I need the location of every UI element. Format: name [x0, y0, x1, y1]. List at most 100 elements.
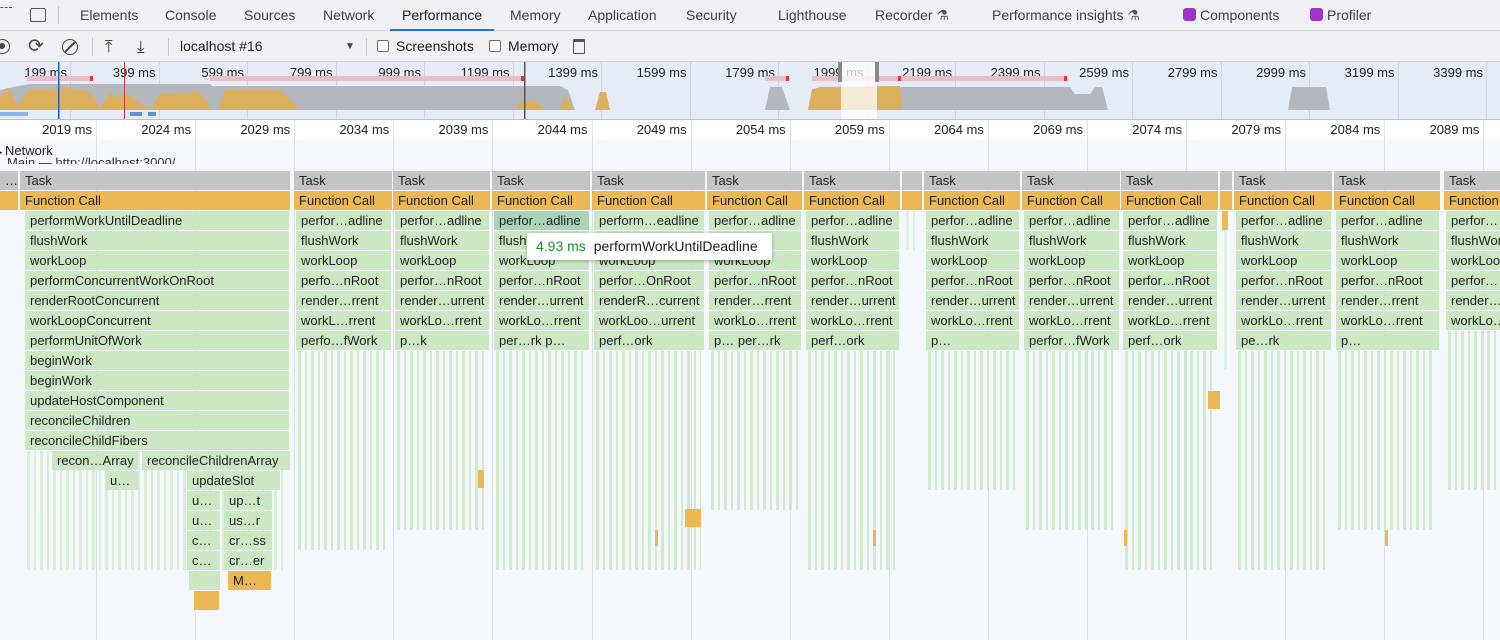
tab-elements[interactable]: Elements — [80, 0, 138, 31]
flame-function-call[interactable]: Function Call — [20, 191, 290, 210]
tab-application[interactable]: Application — [588, 0, 657, 31]
flame-frame[interactable]: perfor…nRoot — [1123, 271, 1217, 290]
flame-frame[interactable]: p… per…rk — [709, 331, 801, 350]
flame-frame[interactable]: reconcileChildFibers — [25, 431, 289, 450]
flame-function-call[interactable] — [1220, 191, 1232, 210]
flame-function-call[interactable] — [0, 191, 18, 210]
flame-task[interactable] — [902, 171, 922, 190]
flame-frame[interactable]: p…k — [395, 331, 489, 350]
flame-frame[interactable]: render…urrent — [1236, 291, 1331, 310]
flame-function-call[interactable]: Function Call — [294, 191, 392, 210]
flame-frame[interactable]: performUnitOfWork — [25, 331, 289, 350]
save-profile-icon[interactable]: ⤓ — [137, 31, 145, 62]
flame-task[interactable]: Task — [707, 171, 802, 190]
flame-frame[interactable]: beginWork — [25, 351, 289, 370]
flame-frame[interactable]: workLoopConcurrent — [25, 311, 289, 330]
flame-frame[interactable]: perf…ork — [806, 331, 899, 350]
flame-function-call[interactable]: Function Call — [1234, 191, 1332, 210]
flame-frame[interactable]: up…t — [224, 491, 272, 510]
flame-frame[interactable]: workLoop — [395, 251, 489, 270]
flame-frame[interactable]: flushWork — [1446, 231, 1500, 250]
flame-frame[interactable]: render… — [1446, 291, 1500, 310]
flame-task[interactable]: Task — [804, 171, 900, 190]
flame-frame[interactable]: c… — [187, 531, 220, 550]
flame-frame[interactable]: workLo…rrent — [494, 311, 589, 330]
flame-task[interactable]: … — [0, 171, 18, 190]
flame-frame[interactable]: perfor…adline — [1123, 211, 1217, 230]
flame-frame[interactable]: workLo… — [1446, 311, 1500, 330]
flame-frame[interactable]: workLoop — [1024, 251, 1119, 270]
flame-function-call-small[interactable] — [685, 509, 701, 527]
flame-frame[interactable]: performConcurrentWorkOnRoot — [25, 271, 289, 290]
flame-function-call-small[interactable] — [1208, 391, 1220, 409]
flame-function-call-small[interactable] — [478, 470, 484, 488]
flame-frame[interactable]: perfor…adline — [709, 211, 801, 230]
flame-frame[interactable]: perf…ork — [594, 331, 704, 350]
flame-task[interactable]: Task — [1334, 171, 1440, 190]
flame-frame[interactable]: perform…eadline — [594, 211, 704, 230]
flame-frame[interactable]: perfor…adline — [1336, 211, 1439, 230]
flame-frame[interactable]: render…urrent — [1024, 291, 1119, 310]
flame-frame[interactable]: workLo…rrent — [1236, 311, 1331, 330]
flame-task[interactable]: Task — [393, 171, 490, 190]
flame-function-call-small[interactable] — [873, 530, 876, 546]
flame-frame[interactable]: workLo…rrent — [395, 311, 489, 330]
flame-frame[interactable]: perfor…nRoot — [1236, 271, 1331, 290]
flame-task[interactable]: Task — [294, 171, 392, 190]
flame-frame[interactable]: workL…rrent — [296, 311, 391, 330]
flame-frame[interactable] — [194, 591, 219, 610]
flame-frame[interactable]: render…urrent — [806, 291, 899, 310]
flame-function-call[interactable] — [902, 191, 922, 210]
profile-select[interactable]: localhost #16 ▼ — [175, 31, 361, 62]
flame-frame[interactable]: u… — [187, 491, 220, 510]
flame-task[interactable]: Task — [924, 171, 1020, 190]
flame-frame[interactable]: workLo…rrent — [1123, 311, 1217, 330]
time-ruler[interactable]: 2019 ms 2024 ms 2029 ms 2034 ms 2039 ms 2044 … — [0, 120, 1500, 140]
flame-frame[interactable]: workLoop — [296, 251, 391, 270]
timeline-overview[interactable]: 199 ms 399 ms 599 ms 799 ms 999 ms 1199 ms 139… — [0, 62, 1500, 120]
flame-frame[interactable]: c… — [187, 551, 220, 570]
tab-performance-insights[interactable]: Performance insights ⚗ — [992, 0, 1140, 31]
flame-frame[interactable]: p… — [1336, 331, 1439, 350]
flame-frame[interactable]: perfor…adline — [395, 211, 489, 230]
tab-recorder[interactable]: Recorder ⚗ — [875, 0, 949, 31]
clear-icon[interactable] — [62, 39, 78, 55]
tab-security[interactable]: Security — [686, 0, 737, 31]
flame-frame[interactable]: perfor…nRoot — [1336, 271, 1439, 290]
tab-profiler[interactable]: Profiler — [1310, 0, 1371, 31]
flame-frame[interactable]: flushWork — [1024, 231, 1119, 250]
flame-frame[interactable]: renderR…current — [594, 291, 704, 310]
flame-frame[interactable]: workLo…rrent — [709, 311, 801, 330]
flame-frame[interactable]: flushWork — [926, 231, 1019, 250]
flame-frame[interactable]: workLoo — [1446, 251, 1500, 270]
flame-function-call[interactable]: Function Call — [707, 191, 802, 210]
memory-checkbox-box[interactable] — [489, 40, 501, 52]
flame-task[interactable]: Task — [592, 171, 705, 190]
flame-frame[interactable]: perfor…nRoot — [494, 271, 589, 290]
flame-frame[interactable]: perfor…adline — [926, 211, 1019, 230]
load-profile-icon[interactable]: ⤒ — [105, 31, 113, 62]
flame-frame[interactable]: workLo…rrent — [806, 311, 899, 330]
flame-frame[interactable]: render…rrent — [296, 291, 391, 310]
memory-checkbox[interactable]: Memory — [489, 31, 559, 62]
flame-frame[interactable]: perfor… — [1446, 271, 1500, 290]
tab-lighthouse[interactable]: Lighthouse — [778, 0, 847, 31]
flame-frame[interactable] — [189, 571, 220, 590]
main-track-header[interactable]: Main — http://localhost:3000/ — [7, 154, 175, 164]
flame-frame[interactable]: perfo…fWork — [296, 331, 391, 350]
flame-frame[interactable]: cr…er — [224, 551, 272, 570]
flame-frame[interactable]: workLoop — [1336, 251, 1439, 270]
flame-frame[interactable]: per…rk p… — [494, 331, 589, 350]
tab-memory[interactable]: Memory — [510, 0, 561, 31]
screenshots-checkbox-box[interactable] — [377, 40, 389, 52]
reload-icon[interactable]: ⟳ — [28, 31, 44, 62]
flame-task[interactable]: Task — [492, 171, 590, 190]
flame-frame[interactable]: perf…ork — [1123, 331, 1217, 350]
tab-console[interactable]: Console — [165, 0, 216, 31]
tab-performance[interactable]: Performance — [390, 0, 495, 31]
flame-function-call[interactable]: Function — [1444, 191, 1500, 210]
flame-function-call[interactable]: Function Call — [1334, 191, 1440, 210]
flame-frame[interactable]: perfor…nRoot — [709, 271, 801, 290]
flame-frame[interactable]: flushWork — [1336, 231, 1439, 250]
flame-frame[interactable]: workLoop — [806, 251, 899, 270]
